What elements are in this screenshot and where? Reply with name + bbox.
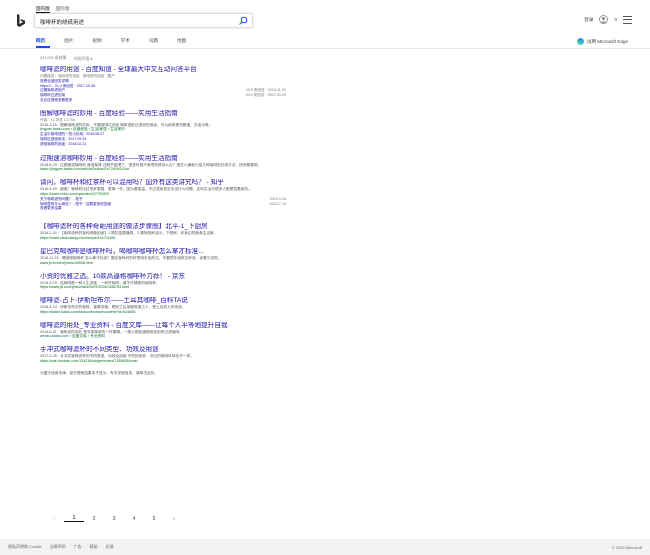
result-count-row: 237,000 条结果 时间不限 ▾ <box>40 56 92 62</box>
tab-academic[interactable]: 学术 <box>121 38 130 44</box>
footer: 隐私声明和 Cookie 法律声明 广告 帮助 反馈 © 2019 Micros… <box>0 539 650 555</box>
signin-link[interactable]: 登录 <box>584 17 593 23</box>
search-result: 过期速溶咖啡妙用 - 百度经验——实用生活指南 2018-8-29 · 过期速溶咖… <box>40 155 286 173</box>
page-4[interactable]: 4 <box>124 516 144 522</box>
account-area: 登录 0 <box>584 15 632 24</box>
time-filter[interactable]: 时间不限 ▾ <box>74 56 92 62</box>
copyright: © 2019 Microsoft <box>611 544 642 550</box>
search-page: 国内版 国际版 咖啡杯的绕纸用途 登录 0 网页 图片 视频 学术 词典 地图 … <box>0 0 650 555</box>
footer-link-ads[interactable]: 广告 <box>74 544 82 550</box>
footer-link-privacy[interactable]: 隐私声明和 Cookie <box>8 544 42 550</box>
edge-promo[interactable]: 试用 Microsoft Edge <box>576 38 628 45</box>
scope-tabs: 网页 图片 视频 学术 词典 地图 <box>36 38 205 44</box>
search-result: 【咖啡滤杯的各种奇葩用途的做法步骤图】北平-1_下厨房 2016-2-20 · 【… <box>40 223 286 241</box>
result-url[interactable]: https://www.jd.com/phb/zhishi/9e0192f3a7… <box>40 285 286 290</box>
region-tab-cn[interactable]: 国内版 <box>36 6 50 13</box>
edge-icon <box>576 38 584 45</box>
page-3[interactable]: 3 <box>104 516 124 522</box>
search-result: 咖啡滤-占卜-伊斯坦布尔——土耳其咖啡_百科TA说 2018-4-14 · 伊斯坦… <box>40 297 286 315</box>
result-title-link[interactable]: 过期速溶咖啡妙用 - 百度经验——实用生活指南 <box>40 155 286 163</box>
result-url[interactable]: https://jingyan.baidu.com/article/0cdcad… <box>40 167 286 172</box>
result-url[interactable]: wenku.baidu.com › 百度文库 › 专业资料 <box>40 334 286 339</box>
result-url[interactable]: https://baike.baidu.com/tashuo/browse/co… <box>40 310 286 315</box>
tab-maps[interactable]: 地图 <box>177 38 186 44</box>
result-title-link[interactable]: 图解咖啡滤的妙用 - 百度经验——实用生活指南 <box>40 110 286 118</box>
search-result: 手冲式咖啡滤杯的不同类型、功效及用途 2017-5-25 · 手冲式咖啡滤杯的不同… <box>40 346 286 364</box>
header-divider <box>0 48 650 49</box>
page-5[interactable]: 5 <box>144 516 164 522</box>
search-result: 请问，咖啡杯和红茶杯可以混用吗？国外有这类讲究吗？ - 知乎 2016-5-30 … <box>40 179 286 211</box>
user-avatar-icon[interactable] <box>599 15 609 24</box>
prev-page-button[interactable]: ‹ <box>44 516 64 522</box>
next-page-button[interactable]: › <box>164 516 184 522</box>
result-title-link[interactable]: 请问，咖啡杯和红茶杯可以混用吗？国外有这类讲究吗？ - 知乎 <box>40 179 286 187</box>
result-title-link[interactable]: 小资的优雅之选。10款高逼格咖啡杯力荐！ - 京东 <box>40 273 286 281</box>
page-2[interactable]: 2 <box>84 516 104 522</box>
footer-link-feedback[interactable]: 反馈 <box>106 544 114 550</box>
tab-dictionary[interactable]: 词典 <box>149 38 158 44</box>
result-title-link[interactable]: 咖啡滤的用途 - 百度知道 - 全球最大中文互动问答平台 <box>40 66 286 74</box>
search-input[interactable]: 咖啡杯的绕纸用途 <box>40 18 84 26</box>
bing-logo-icon[interactable] <box>16 14 26 28</box>
more-link[interactable]: 去必应搜索查看更多 <box>40 98 286 103</box>
tab-videos[interactable]: 视频 <box>92 38 101 44</box>
sub-result-link[interactable]: 滤纸咖啡的用途 · 2018.02.21 <box>40 142 286 147</box>
legal-notice: 为遵守适用法律，部分搜索结果未予显示。有关详细信息，请单击此处。 <box>40 370 158 375</box>
search-result: 小资的优雅之选。10款高逼格咖啡杯力荐！ - 京东 2018-9-19 · 品咖啡… <box>40 273 286 291</box>
search-icon[interactable] <box>238 16 248 26</box>
page-1[interactable]: 1 <box>64 515 84 522</box>
search-result: 图解咖啡滤的妙用 - 百度经验——实用生活指南 作者：11 浏览 13,788 20… <box>40 110 286 147</box>
result-url[interactable]: www.jd-tv.com/photo/40008.html <box>40 261 286 266</box>
region-tabs: 国内版 国际版 <box>36 6 70 13</box>
search-box[interactable]: 咖啡杯的绕纸用途 <box>34 13 253 28</box>
more-link[interactable]: 查看更多结果 <box>40 206 286 211</box>
search-result: 咖啡滤的用途 - 百度知道 - 全球最大中文互动问答平台 问题描述：咖啡滤的用途 … <box>40 66 286 103</box>
result-title-link[interactable]: 咖啡滤-占卜-伊斯坦布尔——土耳其咖啡_百科TA说 <box>40 297 286 305</box>
footer-link-legal[interactable]: 法律声明 <box>50 544 66 550</box>
rewards-count[interactable]: 0 <box>614 17 617 22</box>
results-list: 咖啡滤的用途 - 百度知道 - 全球最大中文互动问答平台 问题描述：咖啡滤的用途 … <box>40 66 286 376</box>
result-count: 237,000 条结果 <box>40 56 67 60</box>
pagination: ‹ 1 2 3 4 5 › <box>44 515 184 522</box>
result-title-link[interactable]: 星巴克喝咖啡是咖啡杯吗，喝咖啡咖啡杯怎么拿才标准... <box>40 248 286 256</box>
result-url[interactable]: https://www.xiachufang.com/recipe/101711… <box>40 236 286 241</box>
result-url[interactable]: https://site.douban.com/134216/widget/no… <box>40 359 286 364</box>
search-result: 星巴克喝咖啡是咖啡杯吗，喝咖啡咖啡杯怎么拿才标准... 2018-11-15 · … <box>40 248 286 266</box>
footer-links: 隐私声明和 Cookie 法律声明 广告 帮助 反馈 <box>8 544 114 550</box>
region-tab-intl[interactable]: 国际版 <box>56 6 70 13</box>
footer-link-help[interactable]: 帮助 <box>90 544 98 550</box>
result-title-link[interactable]: 咖啡滤的用处_专业资料 - 百度文库——让每个人平等地提升自我 <box>40 322 286 330</box>
edge-promo-label: 试用 Microsoft Edge <box>586 38 628 44</box>
menu-icon[interactable] <box>623 15 632 24</box>
tab-web[interactable]: 网页 <box>36 38 45 44</box>
sub-result-meta: 20.4 条回答 · 2007-03-09 <box>245 93 286 98</box>
tab-images[interactable]: 图片 <box>64 38 73 44</box>
search-result: 咖啡滤的用处_专业资料 - 百度文库——让每个人平等地提升自我 2018-6-21… <box>40 322 286 340</box>
sub-result-meta: 2012-7-19 <box>269 201 286 206</box>
